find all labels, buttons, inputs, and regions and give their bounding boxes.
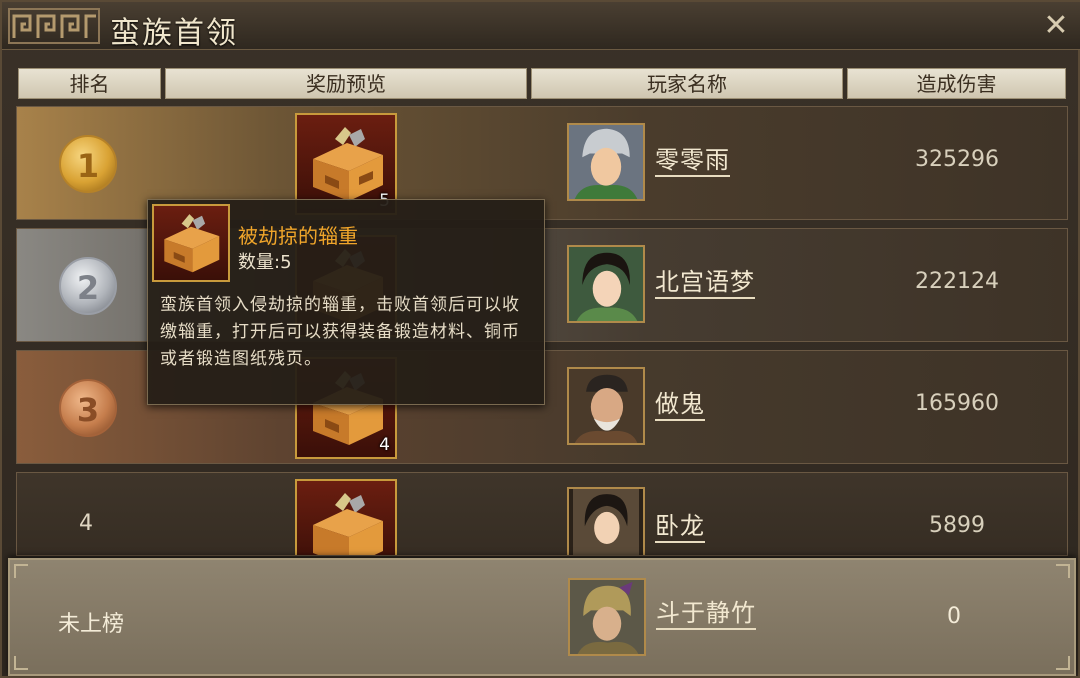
header-damage: 造成伤害 xyxy=(847,68,1066,99)
avatar-elder-icon xyxy=(569,369,643,443)
bronze-medal-icon: 3 xyxy=(59,379,117,437)
avatar[interactable] xyxy=(567,245,645,323)
avatar[interactable] xyxy=(567,123,645,201)
header-reward: 奖励预览 xyxy=(165,68,527,99)
title-ornament-icon xyxy=(8,8,100,44)
tooltip-item-name: 被劫掠的辎重 xyxy=(238,224,358,248)
window-title: 蛮族首领 xyxy=(110,16,238,51)
avatar-soldier-icon xyxy=(570,580,644,654)
item-tooltip: 被劫掠的辎重 数量:5 蛮族首领入侵劫掠的辎重，击败首领后可以收缴辎重，打开后可… xyxy=(147,199,545,405)
my-rank: 未上榜 xyxy=(58,612,125,637)
corner-ornament xyxy=(1056,564,1070,578)
avatar-strategist-icon xyxy=(573,489,639,555)
silver-medal-icon: 2 xyxy=(59,257,117,315)
avatar-lady-icon xyxy=(569,247,643,321)
avatar[interactable] xyxy=(567,367,645,445)
rank-number: 2 xyxy=(76,269,100,307)
avatar[interactable] xyxy=(568,578,646,656)
table-row: 4 卧龙 5899 xyxy=(16,472,1068,556)
close-icon[interactable]: ✕ xyxy=(1040,10,1072,42)
tooltip-quantity: 数量:5 xyxy=(238,252,292,273)
title-bar: 蛮族首领 ✕ xyxy=(2,2,1080,51)
avatar[interactable] xyxy=(567,487,645,555)
rank-number: 3 xyxy=(76,391,100,429)
chest-icon xyxy=(313,493,383,555)
reward-count: 4 xyxy=(379,435,390,455)
header-player: 玩家名称 xyxy=(531,68,843,99)
corner-ornament xyxy=(1056,656,1070,670)
corner-ornament xyxy=(14,656,28,670)
player-name[interactable]: 卧龙 xyxy=(655,511,705,543)
damage-value: 0 xyxy=(947,604,961,629)
gold-medal-icon: 1 xyxy=(59,135,117,193)
leaderboard-window: 蛮族首领 ✕ 排名 奖励预览 玩家名称 造成伤害 1 5 xyxy=(0,0,1080,678)
player-name[interactable]: 零零雨 xyxy=(655,145,730,177)
damage-value: 5899 xyxy=(929,513,985,538)
header-rank: 排名 xyxy=(18,68,161,99)
chest-icon xyxy=(152,204,230,282)
rank-number: 4 xyxy=(79,511,93,536)
chest-icon xyxy=(313,127,383,201)
damage-value: 325296 xyxy=(915,147,999,172)
player-name[interactable]: 斗于静竹 xyxy=(656,598,756,630)
corner-ornament xyxy=(14,564,28,578)
rank-number: 1 xyxy=(76,147,100,185)
avatar-helmet-warrior-icon xyxy=(569,125,643,199)
reward-item[interactable] xyxy=(295,479,397,555)
my-ranking-panel: 未上榜 斗于静竹 0 xyxy=(8,558,1076,676)
player-name[interactable]: 做鬼 xyxy=(655,389,705,421)
damage-value: 165960 xyxy=(915,391,999,416)
tooltip-description: 蛮族首领入侵劫掠的辎重，击败首领后可以收缴辎重，打开后可以获得装备锻造材料、铜币… xyxy=(160,295,520,369)
damage-value: 222124 xyxy=(915,269,999,294)
player-name[interactable]: 北宫语梦 xyxy=(655,267,755,299)
